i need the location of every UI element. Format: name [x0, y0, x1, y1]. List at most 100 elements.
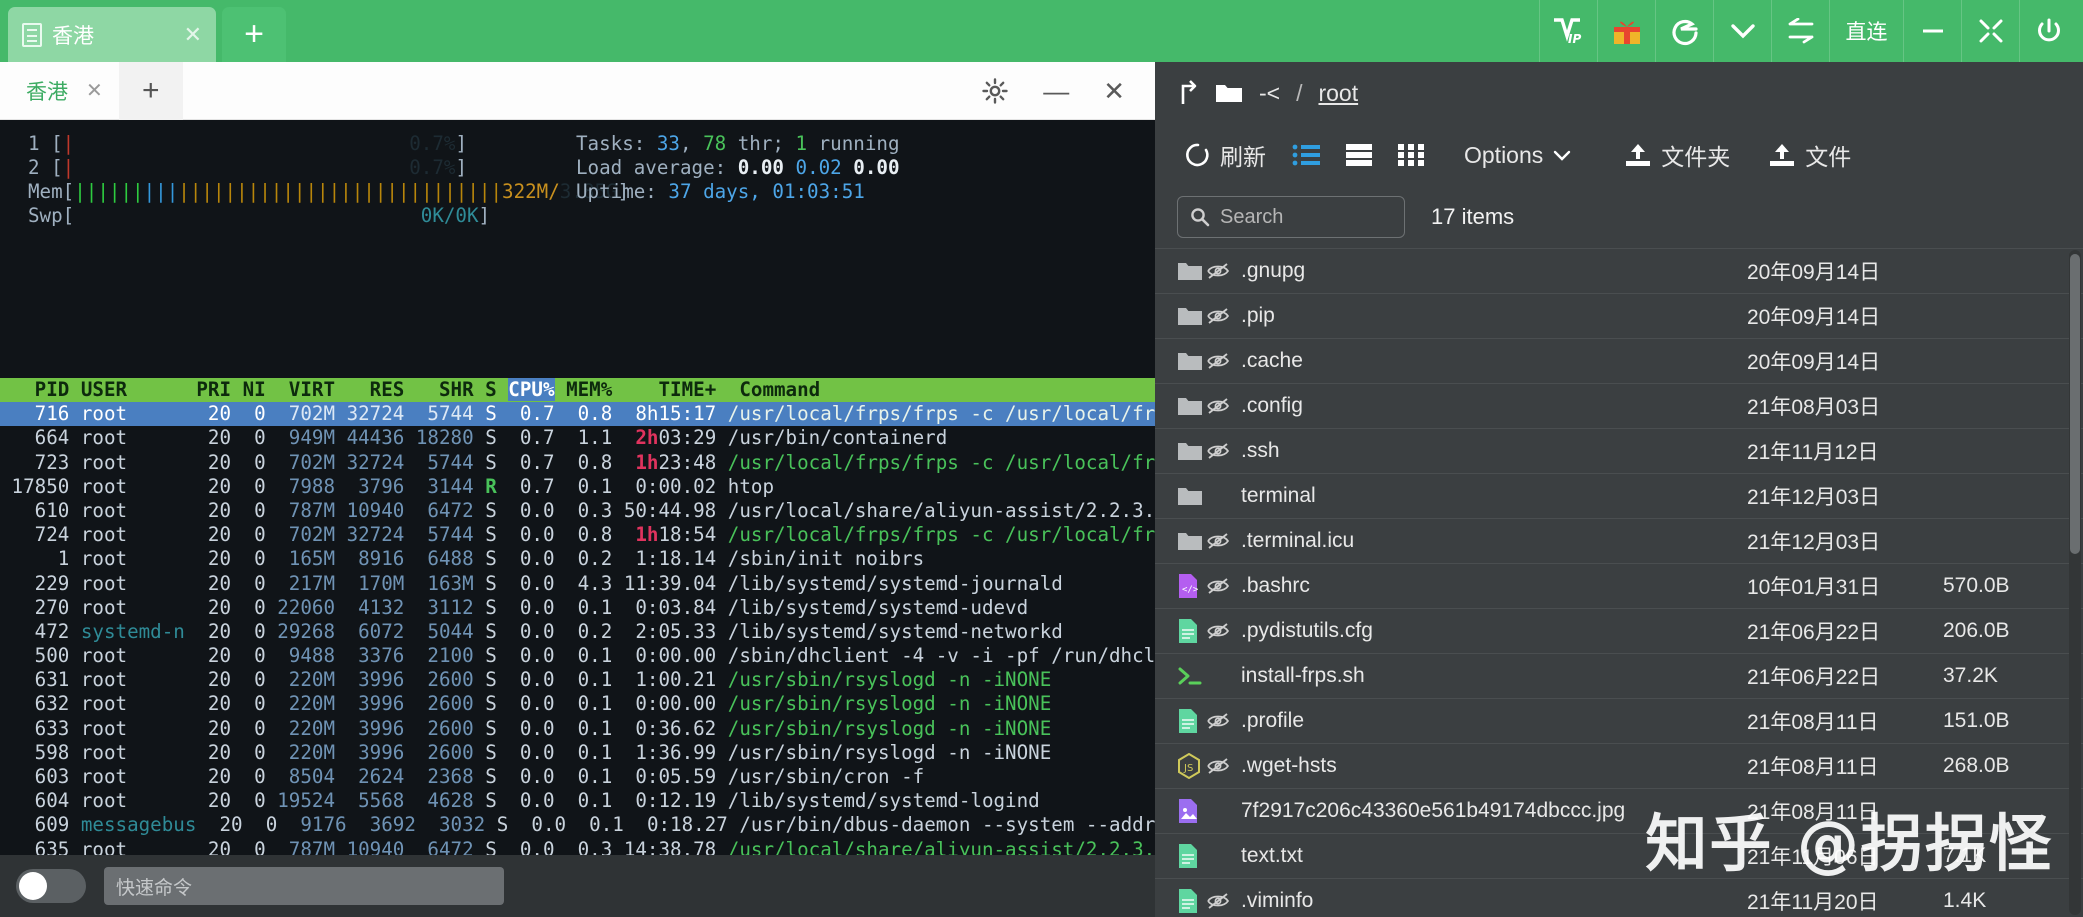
options-button[interactable]: Options [1456, 138, 1580, 173]
file-row[interactable]: terminal 21年12月03日 [1155, 473, 2083, 518]
file-date: 20年09月14日 [1747, 351, 1881, 374]
power-button[interactable] [2019, 0, 2077, 62]
arrow-up-icon[interactable] [1177, 80, 1199, 106]
transfer-icon[interactable] [1771, 0, 1829, 62]
hidden-eye-icon [1207, 712, 1241, 730]
process-row[interactable]: 723 root 20 0 702M 32724 5744 S 0.7 0.8 … [0, 451, 1155, 475]
app-tab-close-icon[interactable]: ✕ [184, 22, 202, 48]
grid-view-icon [1398, 143, 1424, 167]
file-name: .pydistutils.cfg [1241, 619, 1373, 642]
process-row[interactable]: 604 root 20 0 19524 5568 4628 S 0.0 0.1 … [0, 789, 1155, 813]
process-row[interactable]: 500 root 20 0 9488 3376 2100 S 0.0 0.1 0… [0, 644, 1155, 668]
app-tab-label: 香港 [52, 24, 94, 48]
upload-file-label: 文件 [1805, 144, 1852, 170]
file-row[interactable]: .ssh 21年11月12日 [1155, 428, 2083, 473]
terminal-tab-hongkong[interactable]: 香港 ✕ [16, 62, 113, 120]
file-size: 268.0B [1943, 754, 2010, 777]
process-row[interactable]: 603 root 20 0 8504 2624 2368 S 0.0 0.1 0… [0, 765, 1155, 789]
process-row[interactable]: 610 root 20 0 787M 10940 6472 S 0.0 0.3 … [0, 499, 1155, 523]
file-name: .ssh [1241, 439, 1280, 462]
minimize-button[interactable] [1903, 0, 1961, 62]
file-row[interactable]: install-frps.sh 21年06月22日 37.2K [1155, 653, 2083, 698]
chevron-down-icon[interactable] [1713, 0, 1771, 62]
terminal-screen[interactable]: 1 [| 0.7%] 2 [| 0.7%] Mem[||||||||||||||… [0, 120, 1155, 917]
vip-button[interactable]: IP [1539, 0, 1597, 62]
breadcrumb-host[interactable]: -< [1259, 80, 1280, 107]
terminal-tab-label: 香港 [26, 80, 68, 104]
file-size: 37.2K [1943, 664, 1998, 687]
process-table-header[interactable]: PID USER PRI NI VIRT RES SHR S CPU% MEM%… [0, 378, 1155, 403]
file-row[interactable]: .terminal.icu 21年12月03日 [1155, 518, 2083, 563]
process-row[interactable]: 631 root 20 0 220M 3996 2600 S 0.0 0.1 1… [0, 668, 1155, 692]
file-name: .cache [1241, 349, 1303, 372]
process-row[interactable]: 632 root 20 0 220M 3996 2600 S 0.0 0.1 0… [0, 692, 1155, 716]
file-name: .gnupg [1241, 259, 1306, 282]
process-row[interactable]: 664 root 20 0 949M 44436 18280 S 0.7 1.1… [0, 426, 1155, 450]
breadcrumb-current[interactable]: root [1318, 80, 1358, 107]
mem-meter: Mem[||||||||||||||||||||||||||||||||||||… [28, 180, 630, 203]
terminal-minimize-button[interactable]: — [1043, 76, 1069, 107]
process-row[interactable]: 270 root 20 0 22060 4132 3112 S 0.0 0.1 … [0, 596, 1155, 620]
refresh-icon [1185, 142, 1211, 168]
options-label: Options [1464, 141, 1544, 168]
js-file-icon: JS [1177, 753, 1207, 779]
list-view-button[interactable] [1284, 139, 1328, 171]
gift-button[interactable] [1597, 0, 1655, 62]
file-list-scrollbar[interactable] [2069, 250, 2081, 915]
new-tab-button[interactable]: + [222, 7, 286, 62]
file-row[interactable]: .profile 21年08月11日 151.0B [1155, 698, 2083, 743]
file-row[interactable]: JS .wget-hsts 21年08月11日 268.0B [1155, 743, 2083, 788]
process-row[interactable]: 598 root 20 0 220M 3996 2600 S 0.0 0.1 1… [0, 741, 1155, 765]
file-row[interactable]: </> .bashrc 10年01月31日 570.0B [1155, 563, 2083, 608]
process-row[interactable]: 229 root 20 0 217M 170M 163M S 0.0 4.3 1… [0, 572, 1155, 596]
file-date: 21年12月03日 [1747, 486, 1881, 509]
quick-command-toggle[interactable] [16, 869, 86, 903]
app-toolbar: IP 直连 [1539, 0, 2077, 62]
file-row[interactable]: .pydistutils.cfg 21年06月22日 206.0B [1155, 608, 2083, 653]
upload-file-button[interactable]: 文件 [1760, 134, 1859, 176]
terminal-tab-close-icon[interactable]: ✕ [86, 78, 103, 103]
process-row[interactable]: 609 messagebus 20 0 9176 3692 3032 S 0.0… [0, 813, 1155, 837]
refresh-button[interactable]: 刷新 [1177, 134, 1274, 176]
process-row[interactable]: 716 root 20 0 702M 32724 5744 S 0.7 0.8 … [0, 402, 1155, 427]
grid-view-button[interactable] [1390, 139, 1432, 171]
file-date: 21年08月11日 [1747, 756, 1879, 779]
file-manager-panel: -< / root 刷新 Options 文件夹 文件 Search 17 it… [1155, 62, 2083, 917]
direct-connect-button[interactable]: 直连 [1829, 0, 1903, 62]
terminal-new-tab-button[interactable]: + [118, 61, 183, 120]
file-name: .wget-hsts [1241, 754, 1337, 777]
process-row[interactable]: 472 systemd-n 20 0 29268 6072 5044 S 0.0… [0, 620, 1155, 644]
browser-button[interactable] [1655, 0, 1713, 62]
terminal-tabbar: 香港 ✕ + — ✕ [0, 61, 1155, 120]
upload-folder-button[interactable]: 文件夹 [1616, 134, 1738, 176]
hidden-eye-icon [1207, 577, 1241, 595]
breadcrumb-separator: / [1296, 79, 1303, 106]
app-tab-hongkong[interactable]: 香港 ✕ [8, 7, 216, 62]
file-name: .terminal.icu [1241, 529, 1355, 552]
file-row[interactable]: .cache 20年09月14日 [1155, 338, 2083, 383]
hidden-eye-icon [1207, 307, 1241, 325]
maximize-button[interactable] [1961, 0, 2019, 62]
quick-command-input[interactable]: 快速命令 [104, 867, 504, 905]
search-input[interactable]: Search [1177, 196, 1405, 238]
hidden-eye-icon [1207, 442, 1241, 460]
process-row[interactable]: 1 root 20 0 165M 8916 6488 S 0.0 0.2 1:1… [0, 547, 1155, 571]
process-row[interactable]: 17850 root 20 0 7988 3796 3144 R 0.7 0.1… [0, 475, 1155, 499]
folder-icon[interactable] [1215, 82, 1243, 104]
table-view-button[interactable] [1338, 139, 1380, 171]
process-row[interactable]: 724 root 20 0 702M 32724 5744 S 0.0 0.8 … [0, 523, 1155, 547]
terminal-close-button[interactable]: ✕ [1103, 76, 1125, 107]
file-row[interactable]: .pip 20年09月14日 [1155, 293, 2083, 338]
process-row[interactable]: 633 root 20 0 220M 3996 2600 S 0.0 0.1 0… [0, 717, 1155, 741]
folder-icon [1177, 396, 1207, 417]
search-placeholder: Search [1220, 205, 1284, 228]
file-row[interactable]: .gnupg 20年09月14日 [1155, 248, 2083, 293]
svg-text:JS: JS [1183, 763, 1193, 774]
file-row[interactable]: .config 21年08月03日 [1155, 383, 2083, 428]
gear-icon[interactable] [981, 77, 1009, 105]
terminal-window-controls: — ✕ [981, 62, 1141, 120]
file-row[interactable]: .viminfo 21年11月20日 1.4K [1155, 878, 2083, 917]
file-date: 21年12月03日 [1747, 531, 1881, 554]
process-table-body[interactable]: 716 root 20 0 702M 32724 5744 S 0.7 0.8 … [0, 402, 1155, 917]
folder-icon [1177, 531, 1207, 552]
